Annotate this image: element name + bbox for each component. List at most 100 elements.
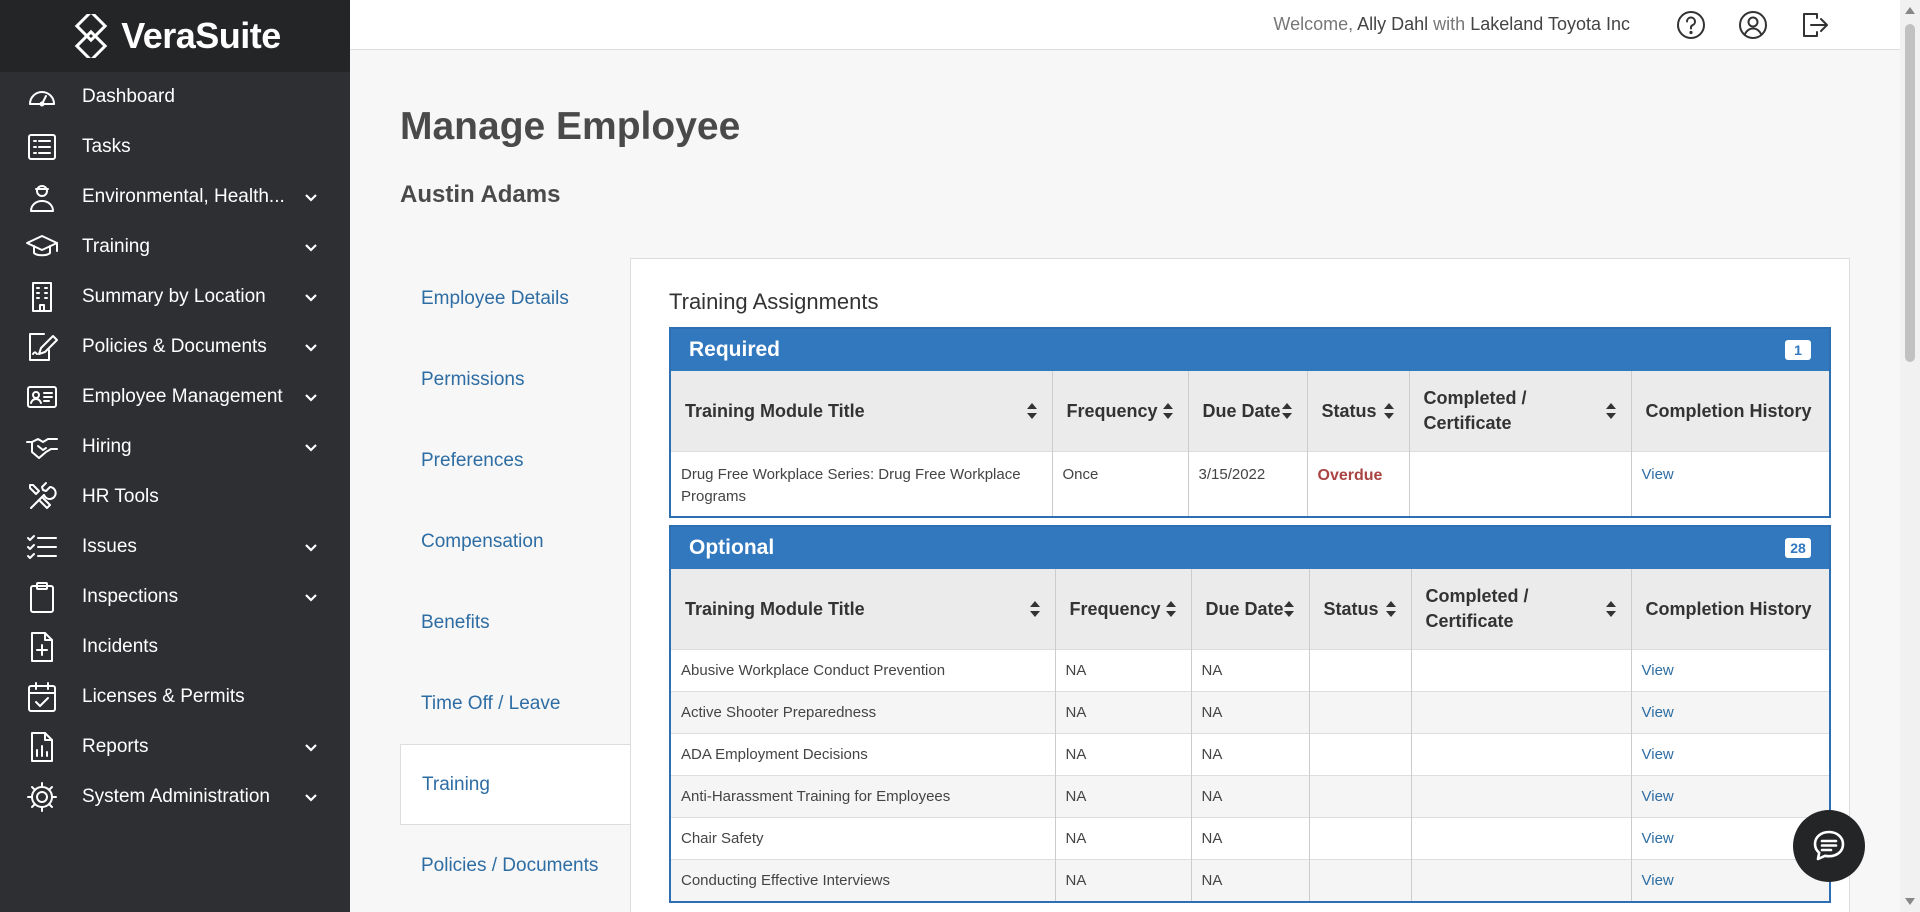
sidebar-item-training[interactable]: Training: [0, 222, 350, 272]
sidebar-item-label: Tasks: [82, 136, 131, 157]
column-header-label: Completion History: [1645, 400, 1812, 421]
sidebar-item-reports[interactable]: Reports: [0, 722, 350, 772]
view-history-link[interactable]: View: [1642, 746, 1674, 763]
column-header[interactable]: Frequency: [1052, 371, 1189, 451]
chevron-down-icon[interactable]: [302, 238, 320, 256]
chevron-down-icon[interactable]: [302, 538, 320, 556]
chevron-down-icon[interactable]: [302, 738, 320, 756]
tab-time-off-leave[interactable]: Time Off / Leave: [400, 663, 631, 744]
tab-training[interactable]: Training: [400, 744, 632, 825]
column-header[interactable]: Frequency: [1055, 569, 1192, 649]
status: Overdue: [1307, 450, 1410, 516]
sort-icon[interactable]: [1281, 402, 1293, 420]
sort-icon[interactable]: [1385, 600, 1397, 618]
sort-icon[interactable]: [1029, 600, 1041, 618]
chevron-down-icon[interactable]: [302, 588, 320, 606]
sort-icon[interactable]: [1165, 600, 1177, 618]
graduation-cap-icon: [24, 229, 60, 265]
view-history-link[interactable]: View: [1642, 662, 1674, 679]
scroll-up-arrow[interactable]: [1905, 7, 1915, 14]
sidebar-item-employee-management[interactable]: Employee Management: [0, 372, 350, 422]
completion-history: View: [1631, 450, 1829, 516]
sidebar-item-environmental-health[interactable]: Environmental, Health...: [0, 172, 350, 222]
sidebar-item-issues[interactable]: Issues: [0, 522, 350, 572]
view-history-link[interactable]: View: [1642, 704, 1674, 721]
column-header[interactable]: Completion History: [1631, 371, 1829, 451]
scroll-thumb[interactable]: [1905, 24, 1915, 362]
view-history-link[interactable]: View: [1642, 830, 1674, 847]
tab-preferences[interactable]: Preferences: [400, 420, 631, 501]
document-edit-icon: [24, 329, 60, 365]
welcome-with: with: [1433, 14, 1466, 34]
status: [1309, 648, 1412, 691]
id-card-icon: [24, 379, 60, 415]
sidebar-item-inspections[interactable]: Inspections: [0, 572, 350, 622]
scroll-down-arrow[interactable]: [1905, 898, 1915, 905]
column-header[interactable]: Completed / Certificate: [1409, 371, 1632, 451]
column-header[interactable]: Due Date: [1188, 371, 1308, 451]
sort-icon[interactable]: [1605, 402, 1617, 420]
module-title: Abusive Workplace Conduct Prevention: [671, 648, 1056, 691]
column-header[interactable]: Status: [1307, 371, 1410, 451]
sort-icon[interactable]: [1605, 600, 1617, 618]
sidebar-item-licenses-permits[interactable]: Licenses & Permits: [0, 672, 350, 722]
sidebar-item-label: Dashboard: [82, 86, 175, 107]
brand-logo[interactable]: VeraSuite: [0, 0, 350, 72]
column-header[interactable]: Due Date: [1191, 569, 1310, 649]
logout-icon[interactable]: [1798, 8, 1832, 42]
building-icon: [24, 279, 60, 315]
chevron-down-icon[interactable]: [302, 188, 320, 206]
tab-benefits[interactable]: Benefits: [400, 582, 631, 663]
completed-certificate: [1409, 450, 1632, 516]
sort-icon[interactable]: [1383, 402, 1395, 420]
view-history-link[interactable]: View: [1642, 466, 1674, 483]
chevron-down-icon[interactable]: [302, 388, 320, 406]
sidebar-item-label: Licenses & Permits: [82, 686, 245, 707]
chevron-down-icon[interactable]: [302, 288, 320, 306]
chevron-down-icon[interactable]: [302, 338, 320, 356]
sidebar: VeraSuite Dashboard Tasks Environmental, H…: [0, 0, 350, 912]
sidebar-item-dashboard[interactable]: Dashboard: [0, 72, 350, 122]
sidebar-item-policies-documents[interactable]: Policies & Documents: [0, 322, 350, 372]
sort-icon[interactable]: [1283, 600, 1295, 618]
chat-button[interactable]: [1793, 810, 1865, 882]
user-profile-icon[interactable]: [1736, 8, 1770, 42]
sort-icon[interactable]: [1026, 402, 1038, 420]
view-history-link[interactable]: View: [1642, 788, 1674, 805]
chat-icon: [1813, 830, 1845, 861]
help-icon[interactable]: [1674, 8, 1708, 42]
report-icon: [24, 729, 60, 765]
sort-icon[interactable]: [1162, 402, 1174, 420]
user-name: Ally Dahl: [1357, 14, 1429, 34]
tab-permissions[interactable]: Permissions: [400, 339, 631, 420]
sidebar-item-hr-tools[interactable]: HR Tools: [0, 472, 350, 522]
chevron-down-icon[interactable]: [302, 788, 320, 806]
tab-compensation[interactable]: Compensation: [400, 501, 631, 582]
completion-history: View: [1631, 732, 1829, 775]
column-header[interactable]: Training Module Title: [671, 371, 1053, 451]
frequency: Once: [1052, 450, 1189, 516]
page-scrollbar[interactable]: [1900, 0, 1920, 912]
chevron-down-icon[interactable]: [302, 438, 320, 456]
due-date: NA: [1191, 858, 1310, 901]
frequency: NA: [1055, 774, 1192, 817]
top-bar: Welcome, Ally Dahl with Lakeland Toyota …: [350, 0, 1900, 50]
due-date: NA: [1191, 774, 1310, 817]
column-header[interactable]: Status: [1309, 569, 1412, 649]
tab-policies-documents[interactable]: Policies / Documents: [400, 825, 631, 906]
sidebar-item-tasks[interactable]: Tasks: [0, 122, 350, 172]
status: [1309, 690, 1412, 733]
column-header[interactable]: Training Module Title: [671, 569, 1056, 649]
sidebar-item-incidents[interactable]: Incidents: [0, 622, 350, 672]
completed-certificate: [1411, 774, 1632, 817]
column-header[interactable]: Completed / Certificate: [1411, 569, 1632, 649]
file-plus-icon: [24, 629, 60, 665]
column-header[interactable]: Completion History: [1631, 569, 1829, 649]
view-history-link[interactable]: View: [1642, 872, 1674, 889]
sidebar-item-summary-by-location[interactable]: Summary by Location: [0, 272, 350, 322]
company-name: Lakeland Toyota Inc: [1470, 14, 1630, 34]
sidebar-item-hiring[interactable]: Hiring: [0, 422, 350, 472]
sidebar-item-system-administration[interactable]: System Administration: [0, 772, 350, 822]
tab-employee-details[interactable]: Employee Details: [400, 258, 631, 339]
table-row: Active Shooter Preparedness NA NA View: [671, 690, 1829, 733]
